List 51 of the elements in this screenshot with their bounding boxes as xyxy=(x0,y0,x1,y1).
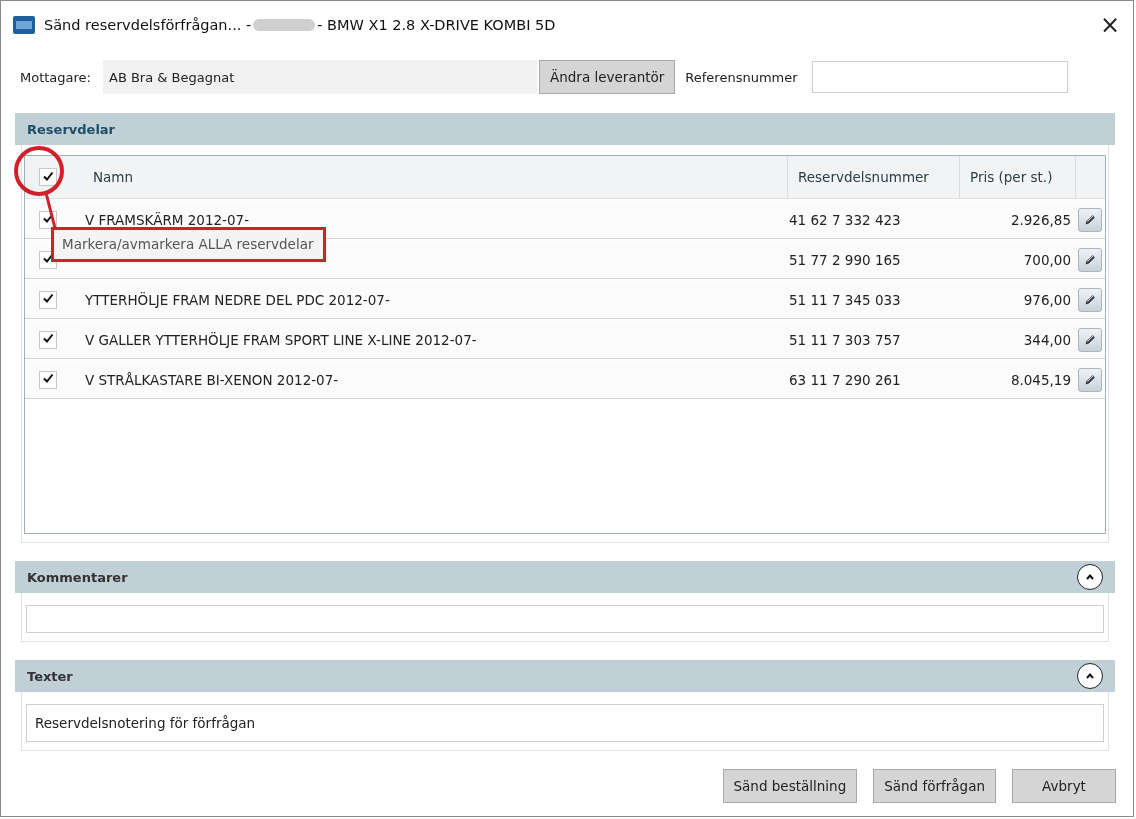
part-price: 2.926,85 xyxy=(1010,211,1071,228)
redacted-blur xyxy=(253,19,316,31)
text-field[interactable]: Reservdelsnotering för förfrågan xyxy=(26,704,1104,742)
section-title: Texter xyxy=(27,668,74,684)
change-supplier-button[interactable]: Ändra leverantör xyxy=(539,60,676,94)
tooltip: Markera/avmarkera ALLA reservdelar xyxy=(51,227,327,262)
edit-icon[interactable] xyxy=(1078,287,1102,312)
part-price: 344,00 xyxy=(1023,331,1071,348)
close-button[interactable]: × xyxy=(1087,5,1133,45)
collapse-button[interactable] xyxy=(1077,564,1103,590)
part-number: 51 11 7 345 033 xyxy=(789,291,901,308)
part-price: 976,00 xyxy=(1023,291,1071,308)
check-icon xyxy=(42,292,54,304)
row-checkbox[interactable] xyxy=(39,290,57,309)
part-name: V GALLER YTTERHÖLJE FRAM SPORT LINE X-LINE 2012-07- xyxy=(85,331,477,348)
row-checkbox[interactable] xyxy=(39,370,57,389)
check-icon xyxy=(42,332,54,344)
part-price: 8.045,19 xyxy=(1010,371,1071,388)
part-number: 51 11 7 303 757 xyxy=(789,331,901,348)
window-title: - BMW X1 2.8 X-DRIVE KOMBI 5D xyxy=(317,17,556,33)
part-name: V FRAMSKÄRM 2012-07- xyxy=(85,211,250,228)
reference-field[interactable] xyxy=(811,61,1068,93)
select-all-checkbox[interactable] xyxy=(39,168,57,186)
section-title: Kommentarer xyxy=(27,569,129,585)
check-icon xyxy=(42,372,54,384)
recipient-field: AB Bra & Begagnat xyxy=(103,60,537,94)
collapse-button[interactable] xyxy=(1077,663,1103,689)
part-number: 51 77 2 990 165 xyxy=(789,251,901,268)
section-title: Reservdelar xyxy=(27,121,117,137)
dialog-button[interactable]: Sänd beställning xyxy=(722,769,858,803)
app-logo-icon xyxy=(13,16,35,34)
part-name: V STRÅLKASTARE BI-XENON 2012-07- xyxy=(85,371,339,388)
part-number: 41 62 7 332 423 xyxy=(789,211,901,228)
edit-icon[interactable] xyxy=(1078,207,1102,232)
part-number: 63 11 7 290 261 xyxy=(789,371,901,388)
column-header[interactable]: Reservdelsnummer xyxy=(787,156,959,198)
check-icon xyxy=(42,170,54,182)
part-price: 700,00 xyxy=(1023,251,1071,268)
edit-icon[interactable] xyxy=(1078,367,1102,392)
edit-icon[interactable] xyxy=(1078,247,1102,272)
comment-field[interactable] xyxy=(26,605,1104,633)
part-name: YTTERHÖLJE FRAM NEDRE DEL PDC 2012-07- xyxy=(85,291,390,308)
reference-label: Referensnummer xyxy=(685,69,798,85)
recipient-label: Mottagare: xyxy=(20,69,91,85)
column-header[interactable]: Namn xyxy=(71,156,787,198)
edit-icon[interactable] xyxy=(1078,327,1102,352)
dialog-button[interactable]: Sänd förfrågan xyxy=(873,769,996,803)
row-checkbox[interactable] xyxy=(39,330,57,349)
dialog-button[interactable]: Avbryt xyxy=(1012,769,1116,803)
window-title: Sänd reservdelsförfrågan... - xyxy=(44,17,252,33)
column-header[interactable]: Pris (per st.) xyxy=(959,156,1075,198)
